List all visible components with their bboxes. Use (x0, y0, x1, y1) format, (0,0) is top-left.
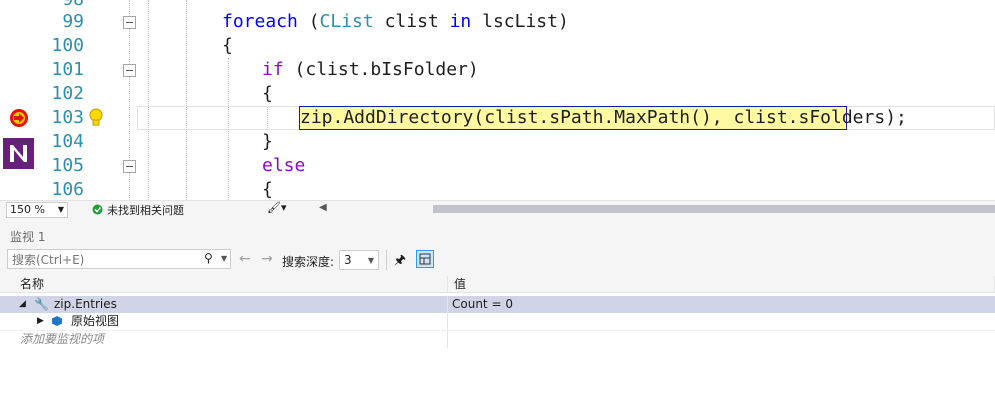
code-line[interactable]: zip.AddDirectory(clist.sPath.MaxPath(), … (300, 106, 907, 130)
forward-arrow-icon[interactable]: → (261, 251, 273, 267)
indent-guide (186, 0, 187, 200)
expand-arrow-icon[interactable]: ▶ (37, 313, 44, 330)
code-line[interactable]: { (262, 178, 273, 200)
line-number: 106 (51, 179, 84, 200)
panel-title: 监视 1 (10, 230, 46, 244)
chevron-down-icon: ▼ (57, 205, 64, 214)
code-token: lscList) (471, 11, 569, 32)
editor-status-bar: 150 % ▼ 未找到相关问题 🖌▾ ◀ (0, 200, 995, 218)
code-token: CList (319, 11, 374, 32)
collapse-arrow-icon[interactable]: ◢ (19, 296, 26, 313)
zoom-dropdown[interactable]: 150 % ▼ (6, 202, 68, 218)
outline-line (129, 77, 130, 160)
watch-panel: 监视 1 ⚲ ▼ ← → 搜索深度: 3 ▼ 🖈 名称 值 ◢ 🔧 zip.En… (0, 218, 995, 417)
zoom-value: 150 % (10, 203, 45, 216)
line-number: 105 (51, 155, 84, 176)
code-line[interactable]: if (clist.bIsFolder) (262, 58, 479, 82)
issues-status[interactable]: 未找到相关问题 (107, 202, 184, 218)
brush-icon[interactable]: 🖌▾ (267, 201, 287, 214)
cell-divider (447, 313, 448, 330)
pin-filter-icon[interactable]: 🖈 (394, 251, 406, 273)
extension-logo-icon (3, 138, 34, 169)
code-line[interactable]: foreach (CList clist in lscList) (222, 10, 569, 34)
grid-view-icon (419, 253, 431, 265)
code-line[interactable]: { (222, 34, 233, 58)
search-depth-dropdown[interactable]: 3 ▼ (339, 250, 379, 270)
code-line[interactable]: else (262, 154, 305, 178)
code-editor[interactable]: 98 99 100 101 102 103 104 105 106 foreac… (0, 0, 995, 200)
collapse-icon[interactable] (123, 64, 136, 77)
search-depth-label: 搜索深度: (282, 255, 335, 269)
search-depth-value: 3 (344, 253, 352, 267)
toolbar-separator (386, 250, 387, 270)
cell-divider (447, 331, 448, 348)
add-watch-hint[interactable]: 添加要监视的项 (20, 331, 104, 348)
glyph-margin[interactable] (0, 0, 34, 200)
watch-item-name: zip.Entries (54, 297, 117, 311)
scroll-left-icon[interactable]: ◀ (319, 202, 327, 213)
current-statement-arrow-icon (10, 109, 28, 127)
column-header-name[interactable]: 名称 (0, 276, 448, 293)
chevron-down-icon: ▼ (367, 256, 374, 265)
chevron-down-icon[interactable]: ▼ (221, 254, 227, 263)
code-token: { (222, 35, 233, 56)
search-box[interactable]: ⚲ ▼ (7, 249, 231, 269)
code-token: (clist.bIsFolder) (283, 59, 479, 80)
outline-line (129, 0, 130, 16)
code-token: else (262, 155, 306, 176)
table-row[interactable]: ▶ 原始视图 (0, 313, 995, 330)
line-number: 101 (51, 59, 84, 80)
code-token: in (449, 11, 472, 32)
code-line[interactable]: { (262, 82, 273, 106)
outline-line (129, 173, 130, 200)
check-circle-icon (92, 204, 103, 215)
outline-line (129, 29, 130, 64)
code-token: } (262, 131, 273, 152)
indent-guide (148, 0, 149, 200)
watch-item-name: 原始视图 (71, 314, 120, 328)
line-number: 102 (51, 83, 84, 104)
search-input[interactable] (10, 251, 199, 269)
line-number: 103 (51, 107, 84, 128)
tab-toggle-button[interactable] (416, 250, 434, 268)
code-line[interactable]: } (262, 130, 273, 154)
lightbulb-icon[interactable] (88, 108, 104, 128)
back-arrow-icon[interactable]: ← (239, 251, 251, 267)
line-number: 104 (51, 131, 84, 152)
search-icon[interactable]: ⚲ (204, 251, 213, 265)
watch-item-value[interactable]: Count = 0 (452, 296, 513, 313)
table-row[interactable]: ◢ 🔧 zip.Entries Count = 0 (0, 296, 995, 313)
line-number: 99 (62, 11, 84, 32)
collapse-icon[interactable] (123, 16, 136, 29)
line-number: 100 (51, 35, 84, 56)
code-token: foreach (222, 11, 298, 32)
code-token: if (262, 59, 284, 80)
table-row[interactable]: 添加要监视的项 (0, 330, 995, 348)
cell-divider (447, 296, 448, 313)
code-token: { (262, 83, 273, 104)
code-token: ( (297, 11, 320, 32)
code-token: zip.AddDirectory(clist.sPath.MaxPath(), … (300, 107, 907, 128)
code-token: { (262, 179, 273, 200)
watch-grid: 名称 值 ◢ 🔧 zip.Entries Count = 0 ▶ 原始视图 添加… (0, 276, 995, 417)
collapse-icon[interactable] (123, 160, 136, 173)
wrench-icon: 🔧 (34, 297, 49, 311)
column-header-value[interactable]: 值 (448, 276, 995, 293)
horizontal-scrollbar-thumb[interactable] (433, 205, 995, 213)
code-token: clist (373, 11, 450, 32)
